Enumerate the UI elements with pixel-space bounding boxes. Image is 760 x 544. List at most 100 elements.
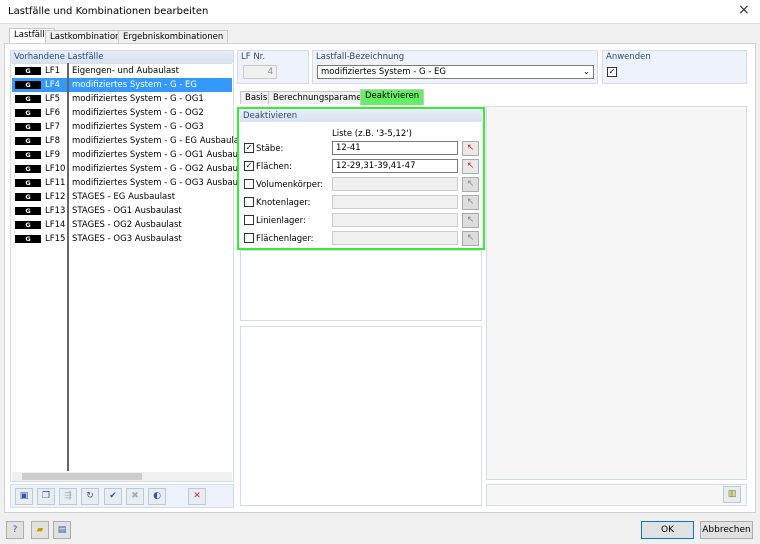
lf-name: modifiziertes System - G - OG3 Ausbaulas… <box>72 178 254 188</box>
lf-id: LF1 <box>45 66 61 76</box>
pick-cursor-icon[interactable]: ↖ <box>462 231 479 246</box>
pick-cursor-icon[interactable]: ↖ <box>462 159 479 174</box>
list-item[interactable]: G LF10 modifiziertes System - G - OG2 Ausb… <box>12 162 253 176</box>
load-case-list[interactable]: G LF1 Eigengen- und Aubaulast G LF4 modifizie… <box>12 63 253 471</box>
help-icon[interactable]: ? <box>6 521 24 539</box>
check-all-icon[interactable]: ✔ <box>104 488 122 505</box>
lf-id: LF7 <box>45 122 61 132</box>
deactivate-list-input[interactable]: 12-29,31-39,41-47 <box>332 159 458 173</box>
pick-cursor-icon[interactable]: ↖ <box>462 141 479 156</box>
list-item[interactable]: G LF13 STAGES - OG1 Ausbaulast <box>12 204 232 218</box>
load-type-badge: G <box>15 193 41 201</box>
lf-id: LF13 <box>45 206 66 216</box>
deactivate-list-input[interactable] <box>332 195 458 209</box>
list-item[interactable]: G LF9 modifiziertes System - G - OG1 Ausba… <box>12 148 253 162</box>
bezeichnung-label: Lastfall-Bezeichnung <box>316 52 405 62</box>
preview-panel <box>486 106 747 480</box>
pick-cursor-icon[interactable]: ↖ <box>462 195 479 210</box>
deactivate-checkbox[interactable] <box>244 215 254 225</box>
delete-icon[interactable]: ✕ <box>188 488 206 505</box>
deactivate-checkbox[interactable] <box>244 197 254 207</box>
lf-name: STAGES - OG3 Ausbaulast <box>72 234 182 244</box>
horizontal-scrollbar[interactable] <box>12 472 232 481</box>
save-icon[interactable]: ▤ <box>53 521 71 539</box>
scrollbar-thumb[interactable] <box>22 473 142 480</box>
renumber-icon[interactable]: ⇶ <box>59 488 77 505</box>
sort-icon[interactable]: ↻ <box>81 488 99 505</box>
deactivate-list-input[interactable] <box>332 177 458 191</box>
lf-id: LF10 <box>45 164 66 174</box>
lf-name: modifiziertes System - G - OG2 Ausbaulas… <box>72 164 254 174</box>
lf-name: modifiziertes System - G - OG1 <box>72 94 204 104</box>
deactivate-checkbox[interactable] <box>244 233 254 243</box>
chevron-down-icon[interactable]: ⌄ <box>583 67 590 77</box>
lf-id: LF9 <box>45 150 61 160</box>
lf-name: STAGES - OG1 Ausbaulast <box>72 206 182 216</box>
cancel-button[interactable]: Abbrechen <box>700 521 753 539</box>
deactivate-list-input[interactable] <box>332 231 458 245</box>
window-title: Lastfälle und Kombinationen bearbeiten <box>8 6 209 17</box>
lf-name: modifiziertes System - G - OG3 <box>72 122 204 132</box>
lf-id: LF14 <box>45 220 66 230</box>
load-type-badge: G <box>15 137 41 145</box>
list-item[interactable]: G LF15 STAGES - OG3 Ausbaulast <box>12 232 232 246</box>
load-case-panel: Vorhandene Lastfälle G LF1 Eigengen- und A… <box>10 50 253 482</box>
list-item[interactable]: G LF7 modifiziertes System - G - OG3 <box>12 120 232 134</box>
empty-panel-1 <box>240 250 482 321</box>
import-icon[interactable]: ◐ <box>148 488 166 505</box>
deactivate-label: Linienlager: <box>256 216 306 226</box>
list-item[interactable]: G LF8 modifiziertes System - G - EG Ausbau… <box>12 134 247 148</box>
new-load-case-icon[interactable]: ▣ <box>15 488 33 505</box>
deactivate-label: Flächen: <box>256 162 293 172</box>
list-item[interactable]: G LF1 Eigengen- und Aubaulast <box>12 64 232 78</box>
list-item[interactable]: G LF12 STAGES - EG Ausbaulast <box>12 190 232 204</box>
deactivate-label: Stäbe: <box>256 144 284 154</box>
load-type-badge: G <box>15 81 41 89</box>
pick-cursor-icon[interactable]: ↖ <box>462 177 479 192</box>
deaktivieren-title: Deaktivieren <box>240 110 482 122</box>
lf-nr-field[interactable]: 4 <box>243 65 277 79</box>
uncheck-all-icon[interactable]: ✖ <box>126 488 144 505</box>
lf-id: LF4 <box>45 80 61 90</box>
deactivate-label: Volumenkörper: <box>256 180 324 190</box>
list-item[interactable]: G LF6 modifiziertes System - G - OG2 <box>12 106 232 120</box>
lf-name: STAGES - EG Ausbaulast <box>72 192 176 202</box>
bezeichnung-combobox[interactable]: modifiziertes System - G - EG ⌄ <box>317 65 594 79</box>
ok-button[interactable]: OK <box>641 521 694 539</box>
list-item[interactable]: G LF11 modifiziertes System - G - OG3 Ausb… <box>12 176 253 190</box>
load-type-badge: G <box>15 179 41 187</box>
lf-id: LF5 <box>45 94 61 104</box>
close-icon[interactable]: × <box>738 2 750 18</box>
list-item[interactable]: G LF5 modifiziertes System - G - OG1 <box>12 92 232 106</box>
copy-load-case-icon[interactable]: ❐ <box>37 488 55 505</box>
pick-cursor-icon[interactable]: ↖ <box>462 213 479 228</box>
deactivate-list-input[interactable]: 12-41 <box>332 141 458 155</box>
open-folder-icon[interactable]: ▰ <box>31 521 49 539</box>
deactivate-list-input[interactable] <box>332 213 458 227</box>
lf-name: modifiziertes System - G - EG <box>72 80 198 90</box>
load-type-badge: G <box>15 221 41 229</box>
bezeichnung-group: Lastfall-Bezeichnung modifiziertes Syste… <box>312 50 598 84</box>
deactivate-checkbox[interactable] <box>244 179 254 189</box>
load-type-badge: G <box>15 67 41 75</box>
deactivate-label: Knotenlager: <box>256 198 311 208</box>
lf-nr-label: LF Nr. <box>241 52 266 62</box>
list-header: Vorhandene Lastfälle <box>11 51 233 63</box>
deaktivieren-group: Deaktivieren Liste (z.B. '3-5,12') ✓ Stä… <box>237 107 485 250</box>
deactivate-label: Flächenlager: <box>256 234 314 244</box>
column-divider <box>67 63 69 471</box>
lf-id: LF15 <box>45 234 66 244</box>
tab-ergebniskombinationen[interactable]: Ergebniskombinationen <box>118 30 229 43</box>
lf-name: STAGES - OG2 Ausbaulast <box>72 220 182 230</box>
deactivate-checkbox[interactable]: ✓ <box>244 143 254 153</box>
load-type-badge: G <box>15 165 41 173</box>
anwenden-group: Anwenden ✓ <box>602 50 747 84</box>
subtab-deaktivieren[interactable]: Deaktivieren <box>360 89 425 105</box>
list-item[interactable]: G LF14 STAGES - OG2 Ausbaulast <box>12 218 232 232</box>
anwenden-checkbox[interactable]: ✓ <box>607 67 617 77</box>
anwenden-label: Anwenden <box>606 52 651 62</box>
bezeichnung-value: modifiziertes System - G - EG <box>321 67 447 77</box>
info-icon[interactable]: ▥ <box>723 486 741 503</box>
list-item[interactable]: G LF4 modifiziertes System - G - EG <box>12 78 232 92</box>
deactivate-checkbox[interactable]: ✓ <box>244 161 254 171</box>
